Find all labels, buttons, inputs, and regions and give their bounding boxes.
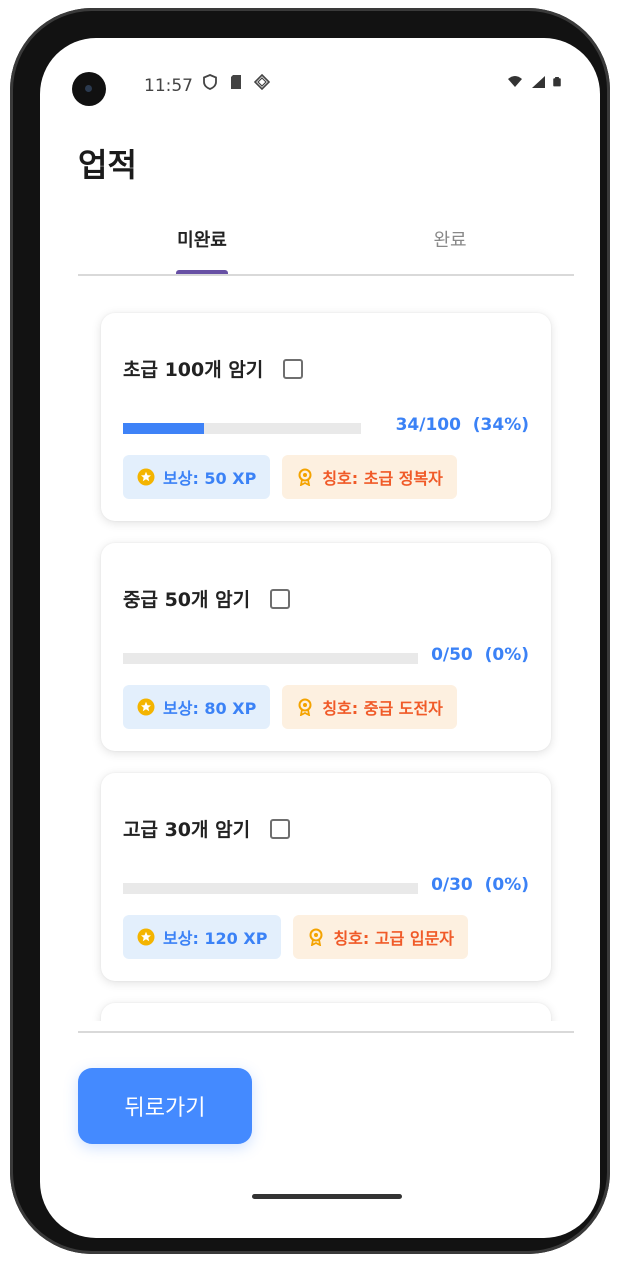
achievement-card: 중급 50개 암기 0/50 (0%) 보상: 80 XP 칭호: 중급 도전자: [101, 543, 551, 751]
tab-bar: 미완료 완료: [78, 226, 574, 276]
award-ribbon-icon: [298, 468, 312, 486]
wifi-icon: [508, 76, 522, 87]
honor-badge: 칭호: 초급 정복자: [282, 455, 457, 499]
battery-icon: [553, 77, 561, 87]
back-button[interactable]: 뒤로가기: [78, 1068, 252, 1144]
progress-bar: [123, 653, 418, 664]
achievement-card: 초급 100개 암기 34/100 (34%) 보상: 50 XP 칭호: 초급…: [101, 313, 551, 521]
signal-icon: [532, 76, 545, 88]
reward-text: 보상: 50 XP: [163, 469, 257, 488]
reward-badge: 보상: 50 XP: [123, 455, 271, 499]
reward-badge: 보상: 120 XP: [123, 915, 282, 959]
honor-badge: 칭호: 고급 입문자: [293, 915, 469, 959]
home-indicator[interactable]: [252, 1194, 402, 1199]
status-time: 11:57: [144, 76, 193, 96]
progress-bar: [123, 423, 361, 434]
camera-cutout: [72, 72, 106, 106]
honor-badge: 칭호: 중급 도전자: [282, 685, 457, 729]
progress-text: 34/100 (34%): [395, 415, 529, 435]
sim-card-icon: [231, 75, 241, 89]
bottom-divider: [78, 1031, 574, 1033]
diamond-icon: [254, 74, 270, 90]
progress-bar: [123, 883, 418, 894]
achievement-card: 고급 30개 암기 0/30 (0%) 보상: 120 XP 칭호: 고급 입문…: [101, 773, 551, 981]
achievement-checkbox[interactable]: [283, 358, 304, 379]
card-title-row: 중급 50개 암기: [123, 585, 291, 612]
reward-text: 보상: 80 XP: [163, 699, 257, 718]
achievement-checkbox[interactable]: [270, 818, 291, 839]
tab-incomplete[interactable]: 미완료: [78, 226, 326, 274]
app-screen: 11:57 업적 미완료 완료 초급 100개 암기 34/100 (34%) …: [40, 38, 600, 1238]
card-title-row: 고급 30개 암기: [123, 815, 291, 842]
reward-badge: 보상: 80 XP: [123, 685, 271, 729]
status-icons-left: [202, 74, 270, 90]
honor-text: 칭호: 고급 입문자: [333, 929, 455, 948]
honor-text: 칭호: 중급 도전자: [322, 699, 443, 718]
reward-badges: 보상: 50 XP 칭호: 초급 정복자: [123, 455, 457, 499]
progress-fill: [123, 423, 204, 434]
phone-frame: 11:57 업적 미완료 완료 초급 100개 암기 34/100 (34%) …: [10, 8, 610, 1254]
achievement-list[interactable]: 초급 100개 암기 34/100 (34%) 보상: 50 XP 칭호: 초급…: [70, 296, 580, 1021]
reward-text: 보상: 120 XP: [163, 929, 268, 948]
achievement-checkbox[interactable]: [270, 588, 291, 609]
award-ribbon-icon: [309, 928, 323, 946]
award-ribbon-icon: [298, 698, 312, 716]
progress-text: 0/50 (0%): [431, 645, 529, 665]
achievement-title: 고급 30개 암기: [123, 819, 251, 841]
tab-divider: [78, 274, 574, 276]
shield-icon: [203, 74, 217, 90]
reward-badges: 보상: 120 XP 칭호: 고급 입문자: [123, 915, 469, 959]
star-circle-icon: [137, 928, 155, 946]
achievement-title: 초급 100개 암기: [123, 359, 264, 381]
star-circle-icon: [137, 698, 155, 716]
achievement-card-partial: [101, 1003, 551, 1021]
star-circle-icon: [137, 468, 155, 486]
reward-badges: 보상: 80 XP 칭호: 중급 도전자: [123, 685, 457, 729]
status-icons-right: [506, 74, 562, 90]
tab-complete[interactable]: 완료: [326, 226, 574, 274]
achievement-title: 중급 50개 암기: [123, 589, 251, 611]
card-title-row: 초급 100개 암기: [123, 355, 304, 382]
page-title: 업적: [78, 146, 137, 184]
honor-text: 칭호: 초급 정복자: [322, 469, 443, 488]
progress-text: 0/30 (0%): [431, 875, 529, 895]
